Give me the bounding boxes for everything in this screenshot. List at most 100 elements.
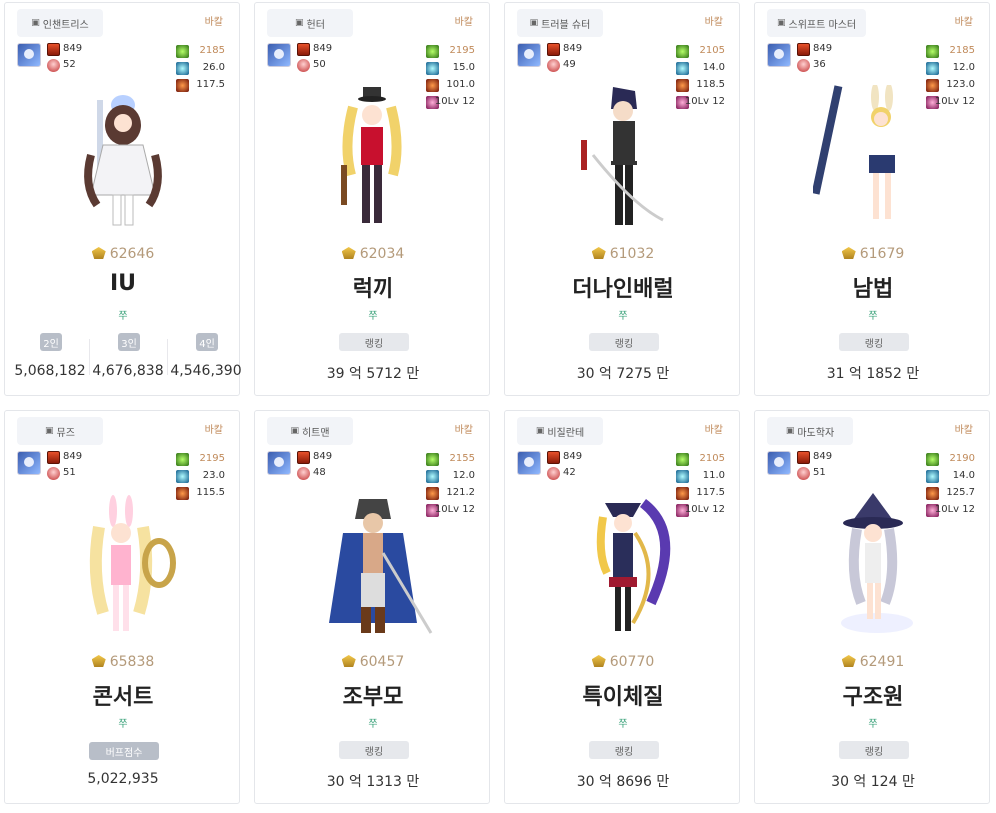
score-value: 62646 (109, 246, 155, 262)
stat-value: 12.0 (952, 62, 975, 73)
character-name[interactable]: 구조원 (755, 679, 991, 711)
character-card[interactable]: ▣ 트러블 슈터 바칼 849 49 2105 14.0 118.5 10Lv 12 61032 더… (504, 2, 740, 396)
stat-value: 14.0 (702, 62, 725, 73)
character-name[interactable]: IU (5, 271, 241, 296)
guild-name[interactable]: 쭈 (255, 307, 491, 322)
character-name[interactable]: 더나인배럴 (505, 271, 741, 303)
damage-value: 30 억 7275 만 (576, 366, 670, 382)
flag-icon: ▣ (31, 18, 40, 28)
server-label: 바칼 (954, 17, 973, 28)
stat-value: 11.0 (702, 470, 725, 481)
guild-name[interactable]: 쭈 (755, 307, 991, 322)
job-name: 마도학자 (797, 427, 835, 439)
stat-value: 2155 (449, 453, 475, 464)
ranking-badge[interactable]: 랭킹 (339, 741, 409, 759)
guild-name[interactable]: 쭈 (755, 715, 991, 730)
score-value: 62491 (859, 654, 905, 670)
character-name[interactable]: 특이체질 (505, 679, 741, 711)
character-name[interactable]: 콘서트 (5, 679, 241, 711)
fame-value: 849 (563, 451, 583, 462)
fame-value: 849 (63, 451, 83, 462)
medal-icon (91, 247, 106, 259)
server-label: 바칼 (454, 425, 473, 436)
character-name[interactable]: 럭끼 (255, 271, 491, 303)
character-card[interactable]: ▣ 뮤즈 바칼 849 51 2195 23.0 115.5 65838 콘서트 쭈 버프점수 5,02… (4, 410, 240, 804)
stat-value: 2185 (199, 45, 225, 56)
job-tag: ▣ 히트맨 (267, 417, 353, 445)
server-label: 바칼 (954, 425, 973, 436)
fame-icon (47, 451, 60, 464)
fame-value: 849 (563, 43, 583, 54)
creature-icon (297, 467, 310, 480)
character-card[interactable]: ▣ 헌터 바칼 849 50 2195 15.0 101.0 10Lv 12 62034 럭끼 쭈 랭킹… (254, 2, 490, 396)
ranking-badge[interactable]: 랭킹 (339, 333, 409, 351)
job-tag: ▣ 헌터 (267, 9, 353, 37)
party-damage-value: 4,546,390 (170, 363, 242, 379)
damage-value: 30 억 1313 만 (326, 774, 420, 790)
stat-value: 2105 (699, 45, 725, 56)
level-value: 49 (563, 59, 576, 70)
adventure-score: 61679 (755, 246, 991, 262)
green-orb-icon (676, 45, 689, 58)
job-name: 헌터 (306, 19, 325, 31)
adventure-score: 61032 (505, 246, 741, 262)
fame-value: 849 (813, 451, 833, 462)
score-value: 60457 (359, 654, 405, 670)
character-card[interactable]: ▣ 스위프트 마스터 바칼 849 36 2185 12.0 123.0 10Lv 12 6167… (754, 2, 990, 396)
character-name[interactable]: 남법 (755, 271, 991, 303)
medal-icon (91, 655, 106, 667)
adventure-score: 62646 (5, 246, 241, 262)
guild-name[interactable]: 쭈 (505, 307, 741, 322)
character-card[interactable]: ▣ 인챈트리스 바칼 849 52 2185 26.0 117.5 62646 IU 쭈 2인 5,06… (4, 2, 242, 396)
green-orb-icon (926, 45, 939, 58)
character-card[interactable]: ▣ 히트맨 바칼 849 48 2155 12.0 121.2 10Lv 12 60457 조부모 쭈… (254, 410, 490, 804)
stat-value: 10Lv 12 (934, 504, 975, 515)
job-tag: ▣ 마도학자 (767, 417, 853, 445)
score-value: 61032 (609, 246, 655, 262)
medal-icon (841, 247, 856, 259)
creature-icon (547, 467, 560, 480)
party-size-badge: 3인 (118, 333, 140, 351)
character-avatar-icon (17, 43, 41, 67)
ranking-badge[interactable]: 랭킹 (589, 741, 659, 759)
blue-orb-icon (176, 62, 189, 75)
character-card[interactable]: ▣ 마도학자 바칼 849 51 2190 14.0 125.7 10Lv 12 62491 구조원… (754, 410, 990, 804)
fame-value: 849 (813, 43, 833, 54)
character-name[interactable]: 조부모 (255, 679, 491, 711)
job-tag: ▣ 스위프트 마스터 (767, 9, 867, 37)
stat-value: 26.0 (202, 62, 225, 73)
character-sprite (89, 495, 176, 631)
creature-icon (47, 59, 60, 72)
flag-icon: ▣ (777, 18, 786, 28)
green-orb-icon (926, 453, 939, 466)
guild-name[interactable]: 쭈 (255, 715, 491, 730)
guild-name[interactable]: 쭈 (505, 715, 741, 730)
green-orb-icon (176, 453, 189, 466)
fame-icon (297, 43, 310, 56)
character-avatar-icon (767, 43, 791, 67)
job-name: 뮤즈 (56, 427, 75, 439)
character-avatar-icon (517, 451, 541, 475)
server-label: 바칼 (704, 17, 723, 28)
ranking-badge[interactable]: 랭킹 (589, 333, 659, 351)
stat-value: 101.0 (446, 79, 475, 90)
guild-name[interactable]: 쭈 (5, 307, 241, 322)
flag-icon: ▣ (290, 426, 299, 436)
character-card[interactable]: ▣ 비질란테 바칼 849 42 2105 11.0 117.5 10Lv 12 60770 특이체… (504, 410, 740, 804)
score-value: 61679 (859, 246, 905, 262)
ranking-badge[interactable]: 랭킹 (839, 333, 909, 351)
ranking-badge[interactable]: 랭킹 (839, 741, 909, 759)
job-name: 인챈트리스 (42, 19, 89, 31)
score-value: 60770 (609, 654, 655, 670)
adventure-score: 60457 (255, 654, 491, 670)
guild-name[interactable]: 쭈 (5, 715, 241, 730)
adventure-score: 62491 (755, 654, 991, 670)
level-value: 36 (813, 59, 826, 70)
stat-value: 123.0 (946, 79, 975, 90)
flag-icon: ▣ (45, 426, 54, 436)
fame-icon (297, 451, 310, 464)
fame-value: 849 (313, 451, 333, 462)
flag-icon: ▣ (295, 18, 304, 28)
server-label: 바칼 (454, 17, 473, 28)
character-sprite (813, 85, 895, 219)
